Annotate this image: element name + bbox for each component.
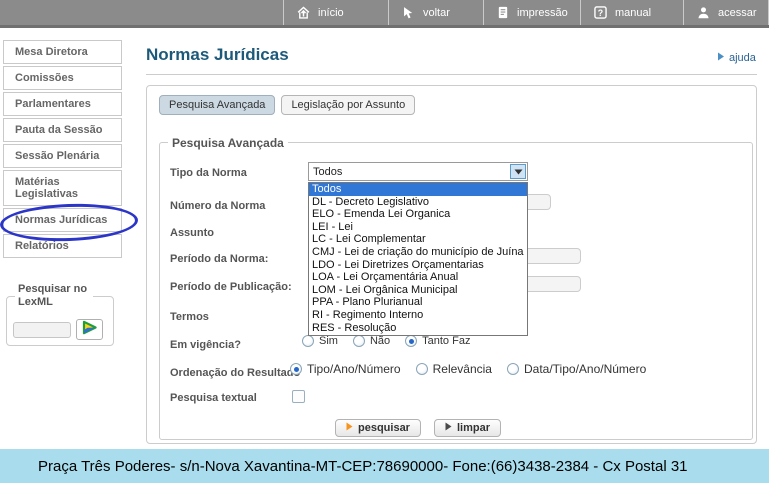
topbar-item-label: voltar	[423, 7, 450, 19]
dropdown-option-elo[interactable]: ELO - Emenda Lei Organica	[309, 208, 527, 221]
lexml-legend: Pesquisar no LexML	[15, 283, 93, 309]
radio-relevancia[interactable]: Relevância	[416, 362, 492, 376]
dropdown-arrow-icon[interactable]	[510, 164, 526, 179]
sidebar-item-comissoes[interactable]: Comissões	[3, 66, 122, 90]
topbar-acessar[interactable]: acessar	[683, 0, 769, 25]
topbar-voltar[interactable]: voltar	[388, 0, 483, 25]
termos-label: Termos	[170, 311, 209, 323]
radio-sim[interactable]: Sim	[302, 335, 338, 347]
lexml-search-button[interactable]	[76, 319, 103, 340]
sidebar-item-relatorios[interactable]: Relatórios	[3, 234, 122, 258]
radio-icon	[290, 363, 302, 375]
pesquisa-textual-label: Pesquisa textual	[170, 392, 257, 404]
dropdown-option-res[interactable]: RES - Resolução	[309, 322, 527, 335]
arrow-right-icon	[717, 52, 725, 64]
radio-tanto-faz[interactable]: Tanto Faz	[405, 335, 470, 347]
dropdown-option-ri[interactable]: RI - Regimento Interno	[309, 309, 527, 322]
sidebar-item-pauta-da-sessao[interactable]: Pauta da Sessão	[3, 118, 122, 142]
gray-arrow-icon	[445, 422, 452, 434]
lexml-search-input[interactable]	[13, 322, 71, 338]
topbar-manual[interactable]: ? manual	[580, 0, 683, 25]
sidebar-item-sessao-plenaria[interactable]: Sessão Plenária	[3, 144, 122, 168]
radio-icon	[416, 363, 428, 375]
tipo-da-norma-dropdown: TodosDL - Decreto LegislativoELO - Emend…	[308, 182, 528, 336]
question-manual-icon: ?	[594, 6, 607, 19]
topbar-menu: início voltar impressão ? manual acessar	[283, 0, 769, 25]
select-value: Todos	[313, 166, 342, 178]
svg-text:?: ?	[598, 8, 603, 18]
footer-address: Praça Três Poderes- s/n-Nova Xavantina-M…	[38, 458, 688, 475]
topbar: início voltar impressão ? manual acessar	[0, 0, 769, 28]
topbar-item-label: início	[318, 7, 344, 19]
pesquisa-textual-checkbox[interactable]	[292, 390, 305, 403]
sidebar-item-mesa-diretora[interactable]: Mesa Diretora	[3, 40, 122, 64]
dropdown-option-ldo[interactable]: LDO - Lei Diretrizes Orçamentarias	[309, 259, 527, 272]
lexml-arrow-icon	[81, 320, 98, 340]
print-icon	[497, 6, 509, 19]
dropdown-option-todos[interactable]: Todos	[309, 183, 527, 196]
numero-da-norma-label: Número da Norma	[170, 200, 265, 212]
radio-label: Relevância	[433, 362, 492, 376]
dropdown-option-lom[interactable]: LOM - Lei Orgânica Municipal	[309, 284, 527, 297]
help-link[interactable]: ajuda	[717, 52, 756, 64]
topbar-item-label: acessar	[718, 7, 757, 19]
page: início voltar impressão ? manual acessar…	[0, 0, 769, 487]
dropdown-option-dl[interactable]: DL - Decreto Legislativo	[309, 196, 527, 209]
radio-icon	[302, 335, 314, 347]
pesquisar-button[interactable]: pesquisar	[335, 419, 421, 437]
tab-legislacao-por-assunto[interactable]: Legislação por Assunto	[281, 95, 415, 115]
topbar-inicio[interactable]: início	[283, 0, 388, 25]
dropdown-option-cmj[interactable]: CMJ - Lei de criação do município de Juí…	[309, 246, 527, 259]
dropdown-option-lei[interactable]: LEI - Lei	[309, 221, 527, 234]
home-icon	[297, 6, 310, 19]
periodo-de-publicacao-label: Período de Publicação:	[170, 281, 292, 293]
back-cursor-icon	[402, 6, 415, 19]
radio-label: Data/Tipo/Ano/Número	[524, 362, 646, 376]
vigencia-radio-group: Sim Não Tanto Faz	[302, 335, 470, 347]
radio-label: Não	[370, 335, 390, 347]
tabs: Pesquisa Avançada Legislação por Assunto	[159, 95, 415, 115]
radio-label: Tipo/Ano/Número	[307, 362, 401, 376]
tab-pesquisa-avancada[interactable]: Pesquisa Avançada	[159, 95, 275, 115]
dropdown-option-lc[interactable]: LC - Lei Complementar	[309, 233, 527, 246]
radio-label: Tanto Faz	[422, 335, 470, 347]
page-title: Normas Jurídicas	[146, 45, 757, 75]
sidebar: Mesa DiretoraComissõesParlamentaresPauta…	[3, 40, 122, 260]
periodo-da-norma-label: Período da Norma:	[170, 253, 268, 265]
user-icon	[697, 6, 710, 19]
topbar-impressao[interactable]: impressão	[483, 0, 580, 25]
advanced-search-form: Pesquisa Avançada Tipo da Norma Número d…	[159, 142, 753, 440]
tipo-da-norma-select[interactable]: Todos	[308, 162, 528, 181]
help-link-label: ajuda	[729, 52, 756, 64]
lexml-search-box: Pesquisar no LexML	[6, 296, 114, 346]
button-label: pesquisar	[358, 422, 410, 434]
form-legend: Pesquisa Avançada	[168, 136, 288, 150]
form-buttons: pesquisar limpar	[335, 419, 501, 437]
sidebar-item-materias-legislativas[interactable]: Matérias Legislativas	[3, 170, 122, 206]
topbar-item-label: manual	[615, 7, 651, 19]
radio-label: Sim	[319, 335, 338, 347]
footer: Praça Três Poderes- s/n-Nova Xavantina-M…	[0, 449, 769, 483]
radio-icon	[405, 335, 417, 347]
content-box: Pesquisa AvançadaLegislação por Assunto …	[146, 85, 757, 444]
sidebar-item-normas-juridicas[interactable]: Normas Jurídicas	[3, 208, 122, 232]
button-label: limpar	[457, 422, 490, 434]
assunto-label: Assunto	[170, 227, 214, 239]
dropdown-option-loa[interactable]: LOA - Lei Orçamentária Anual	[309, 271, 527, 284]
sidebar-item-parlamentares[interactable]: Parlamentares	[3, 92, 122, 116]
em-vigencia-label: Em vigência?	[170, 339, 241, 351]
dropdown-option-ppa[interactable]: PPA - Plano Plurianual	[309, 296, 527, 309]
orange-arrow-icon	[346, 422, 353, 434]
ordenacao-radio-group: Tipo/Ano/Número Relevância Data/Tipo/Ano…	[290, 362, 646, 376]
radio-icon	[507, 363, 519, 375]
ordenacao-label: Ordenação do Resultado	[170, 367, 300, 379]
tipo-da-norma-label: Tipo da Norma	[170, 167, 247, 179]
radio-icon	[353, 335, 365, 347]
topbar-item-label: impressão	[517, 7, 568, 19]
limpar-button[interactable]: limpar	[434, 419, 501, 437]
radio-data-tipo-ano-numero[interactable]: Data/Tipo/Ano/Número	[507, 362, 646, 376]
radio-tipo-ano-numero[interactable]: Tipo/Ano/Número	[290, 362, 401, 376]
radio-nao[interactable]: Não	[353, 335, 390, 347]
